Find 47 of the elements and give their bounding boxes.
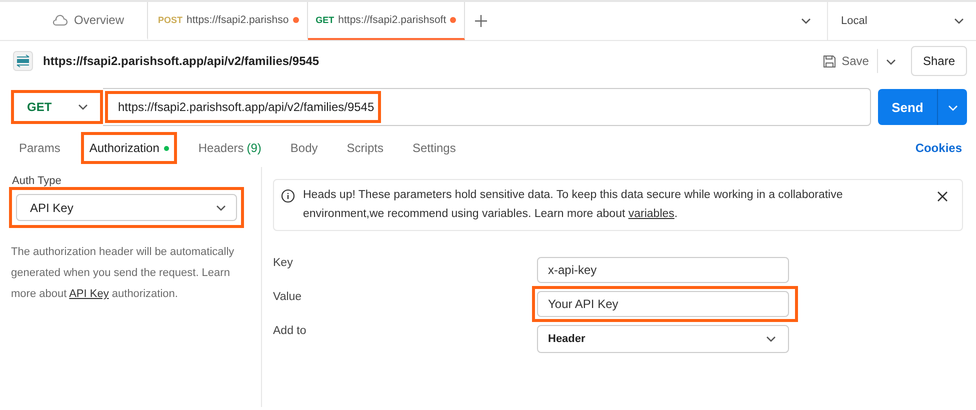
unsaved-dot	[292, 17, 299, 23]
method-label: POST	[158, 15, 183, 25]
variables-link[interactable]: variables	[628, 208, 674, 220]
environment-select[interactable]: Local	[827, 2, 976, 40]
unsaved-dot	[450, 17, 456, 23]
caret-icon	[948, 105, 958, 111]
tabs-dropdown-icon	[801, 18, 811, 24]
cloud-icon	[52, 14, 68, 26]
request-section-tab[interactable]: Settings	[404, 132, 464, 164]
tab-title: https://fsapi2.parishsoft	[338, 14, 446, 26]
request-section-tab[interactable]: Body	[282, 132, 326, 164]
field-label: Key	[273, 257, 294, 269]
tab-title: https://fsapi2.parishso	[186, 14, 289, 26]
new-tab-icon[interactable]	[475, 15, 488, 27]
request-tab[interactable]: GET https://fsapi2.parishsoft	[308, 2, 466, 40]
auth-type-select[interactable]: API Key	[16, 194, 237, 221]
floppy-icon	[822, 54, 836, 68]
request-tab[interactable]: POST https://fsapi2.parishso	[150, 2, 308, 40]
caret-icon	[766, 336, 776, 342]
field-label: Value	[273, 291, 303, 303]
share-button[interactable]: Share	[910, 46, 967, 76]
request-section-tab[interactable]: Headers (9)	[190, 132, 270, 164]
url-field[interactable]: https://fsapi2.parishsoft.app/api/v2/families/9545	[105, 91, 382, 123]
caret-icon	[78, 104, 88, 110]
help-text: The authorization header will be automatically generated when you send the request. Learn more about API Key authorization.	[11, 245, 236, 302]
input-field[interactable]: Your API Key	[537, 291, 789, 317]
method-label: GET	[316, 15, 334, 25]
input-field[interactable]: x-api-key	[537, 257, 789, 283]
caret-icon	[954, 18, 964, 24]
cookies-link[interactable]: Cookies	[915, 141, 962, 155]
field-label: Auth Type	[12, 175, 62, 187]
caret-icon	[216, 204, 226, 210]
close-icon[interactable]	[937, 191, 948, 202]
caret-icon	[886, 59, 896, 65]
notice-text: Heads up! These parameters hold sensitive data. To keep this data secure while working in a collaborative environment,we recommend using variables. Learn more about variables.	[303, 188, 844, 222]
field-label: Add to	[273, 325, 308, 337]
help-link[interactable]: API Key	[69, 288, 109, 300]
request-section-tab[interactable]: Params	[11, 132, 68, 164]
request-section-tab[interactable]: Scripts	[338, 132, 392, 164]
info-icon	[281, 189, 295, 203]
save-button[interactable]: Save	[822, 54, 869, 68]
add-to-select[interactable]: Header	[537, 325, 789, 353]
http-icon	[13, 51, 33, 71]
method-select[interactable]: GET	[11, 90, 103, 124]
request-section-tab[interactable]: Authorization	[81, 132, 178, 164]
overview-tab[interactable]: Overview	[44, 2, 148, 40]
request-title: https://fsapi2.parishsoft.app/api/v2/families/9545	[43, 54, 320, 68]
